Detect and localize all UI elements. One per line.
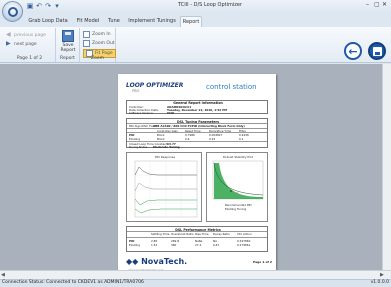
version-label: Software Version: [129, 110, 154, 115]
control-station-logo: control station [206, 83, 257, 91]
zoom-out-icon [83, 40, 90, 47]
floppy-disk-icon [62, 30, 74, 42]
horizontal-scrollbar[interactable]: ◀ ▶ [0, 270, 391, 279]
perf-row-pid-overshoot: 269.8 [171, 238, 180, 243]
tab-implement-tunings[interactable]: Implement Tunings [128, 16, 176, 27]
tab-report[interactable]: Report [180, 16, 202, 27]
tuning-parameters-table: DSL Tuning Parameters PID Algorithm Form… [126, 118, 268, 149]
pid-response-chart [134, 160, 198, 218]
perf-col-overshoot: Overshoot Ratio [171, 232, 194, 236]
next-page-button[interactable]: ▶ next page [6, 41, 37, 47]
application-menu-button[interactable] [2, 1, 23, 22]
perf-row-existing-name: Existing [129, 243, 141, 247]
save-report-button[interactable]: Save Report [59, 30, 77, 53]
novatech-logo: ◆◆ NovaTech. [126, 257, 188, 266]
version-label: v1.0.0.0 [370, 280, 389, 285]
zoom-group: Zoom In Zoom Out Fit Page Zoom [80, 28, 116, 62]
general-info-header: General Report Information [173, 101, 223, 105]
page-group: ◀ previous page ▶ next page Page 1 of 2 [4, 28, 56, 62]
save-button[interactable] [368, 42, 386, 60]
performance-metrics-table: DSL Performance Metrics Settling Time Ov… [126, 226, 268, 252]
app-window: ▣ ↶ ↷ ▾ TCIII - D/S Loop Optimizer – ▢ ✕… [0, 0, 391, 287]
window-title: TCIII - D/S Loop Optimizer [177, 2, 242, 8]
pid-response-plot: PID Response [126, 152, 202, 222]
perf-row-existing-decay: 0.67 [213, 243, 220, 247]
zoom-out-button[interactable]: Zoom Out [83, 40, 115, 47]
version-value: TCIII [167, 110, 175, 115]
legend-existing: Existing Tuning [225, 207, 247, 211]
perf-row-pid-name: PID [129, 238, 135, 243]
save-icon[interactable]: ▣ [26, 2, 34, 10]
page-group-label: Page 1 of 2 [16, 56, 43, 61]
maximize-button[interactable]: ▢ [374, 1, 380, 8]
perf-row-existing-settling: 1.52 [151, 243, 158, 247]
next-arrow-icon: ▶ [6, 40, 11, 47]
ribbon-tabs: Grab Loop Data Fit Model Tune Implement … [0, 13, 391, 27]
perf-row-pid-rise: NaNs [195, 238, 203, 243]
general-info-table: General Report Information Controller: A… [126, 100, 268, 115]
tab-tune[interactable]: Tune [106, 16, 122, 27]
report-group-label: Report [60, 56, 75, 61]
date-value: Tuesday, December 22, 2010, 1:52 PM [167, 107, 228, 112]
perf-row-pid-decay: NA [213, 238, 218, 243]
perf-col-ctrl: Ctrl Action [237, 232, 252, 236]
robust-stability-plot: Robust Stability Plot Recommended PID Ex… [206, 152, 268, 222]
app-logo-icon [8, 7, 18, 17]
back-arrow-button[interactable]: ← [344, 42, 362, 60]
perf-row-pid-settling: 2.80 [151, 238, 158, 243]
perf-col-settling: Settling Time [151, 232, 170, 236]
redo-icon[interactable]: ↷ [44, 2, 52, 10]
perf-col-rise: Rise Time [195, 232, 209, 236]
loop-optimizer-logo: LOOP OPTIMIZER PRO [126, 82, 184, 93]
status-bar: Connection Status: Connected to CKDEV1 a… [0, 279, 391, 287]
title-bar: ▣ ↶ ↷ ▾ TCIII - D/S Loop Optimizer – ▢ ✕ [0, 0, 391, 13]
tab-grab-loop-data[interactable]: Grab Loop Data [28, 16, 68, 27]
scroll-right-icon[interactable]: ▶ [380, 272, 384, 278]
tab-fit-model[interactable]: Fit Model [75, 16, 101, 27]
report-viewer[interactable]: LOOP OPTIMIZER PRO control station Gener… [0, 64, 382, 276]
save-icon [372, 46, 382, 56]
robust-stability-chart [212, 160, 264, 200]
perf-row-existing-ctrl: 0.279861 [237, 243, 251, 247]
tuning-notes-value: Moderate Tuning [153, 144, 180, 149]
zoom-in-icon [83, 31, 90, 38]
close-button[interactable]: ✕ [382, 1, 387, 8]
dropdown-icon[interactable]: ▾ [53, 2, 61, 10]
previous-page-button[interactable]: ◀ previous page [6, 32, 46, 38]
previous-arrow-icon: ◀ [6, 31, 11, 38]
vertical-scrollbar[interactable] [382, 64, 391, 270]
page-number: Page 1 of 2 [253, 260, 272, 264]
perf-row-existing-rise: 27.4 [195, 243, 202, 247]
back-arrow-icon: ← [348, 44, 358, 58]
perf-row-existing-overshoot: 360 [171, 243, 177, 247]
connection-status: Connection Status: Connected to CKDEV1 a… [2, 280, 144, 285]
report-group: Save Report Report [56, 28, 80, 62]
ribbon: ◀ previous page ▶ next page Page 1 of 2 … [0, 27, 391, 63]
tuning-notes-label: Tuning Notes: [129, 144, 149, 149]
perf-col-decay: Decay Ratio [213, 232, 230, 236]
zoom-group-label: Zoom [91, 56, 104, 61]
perf-row-pid-ctrl: 0.297860 [237, 238, 251, 243]
minimize-button[interactable]: – [366, 1, 369, 8]
zoom-in-button[interactable]: Zoom In [83, 31, 111, 38]
report-page: LOOP OPTIMIZER PRO control station Gener… [118, 74, 276, 276]
scroll-left-icon[interactable]: ◀ [1, 272, 5, 278]
undo-icon[interactable]: ↶ [35, 2, 43, 10]
